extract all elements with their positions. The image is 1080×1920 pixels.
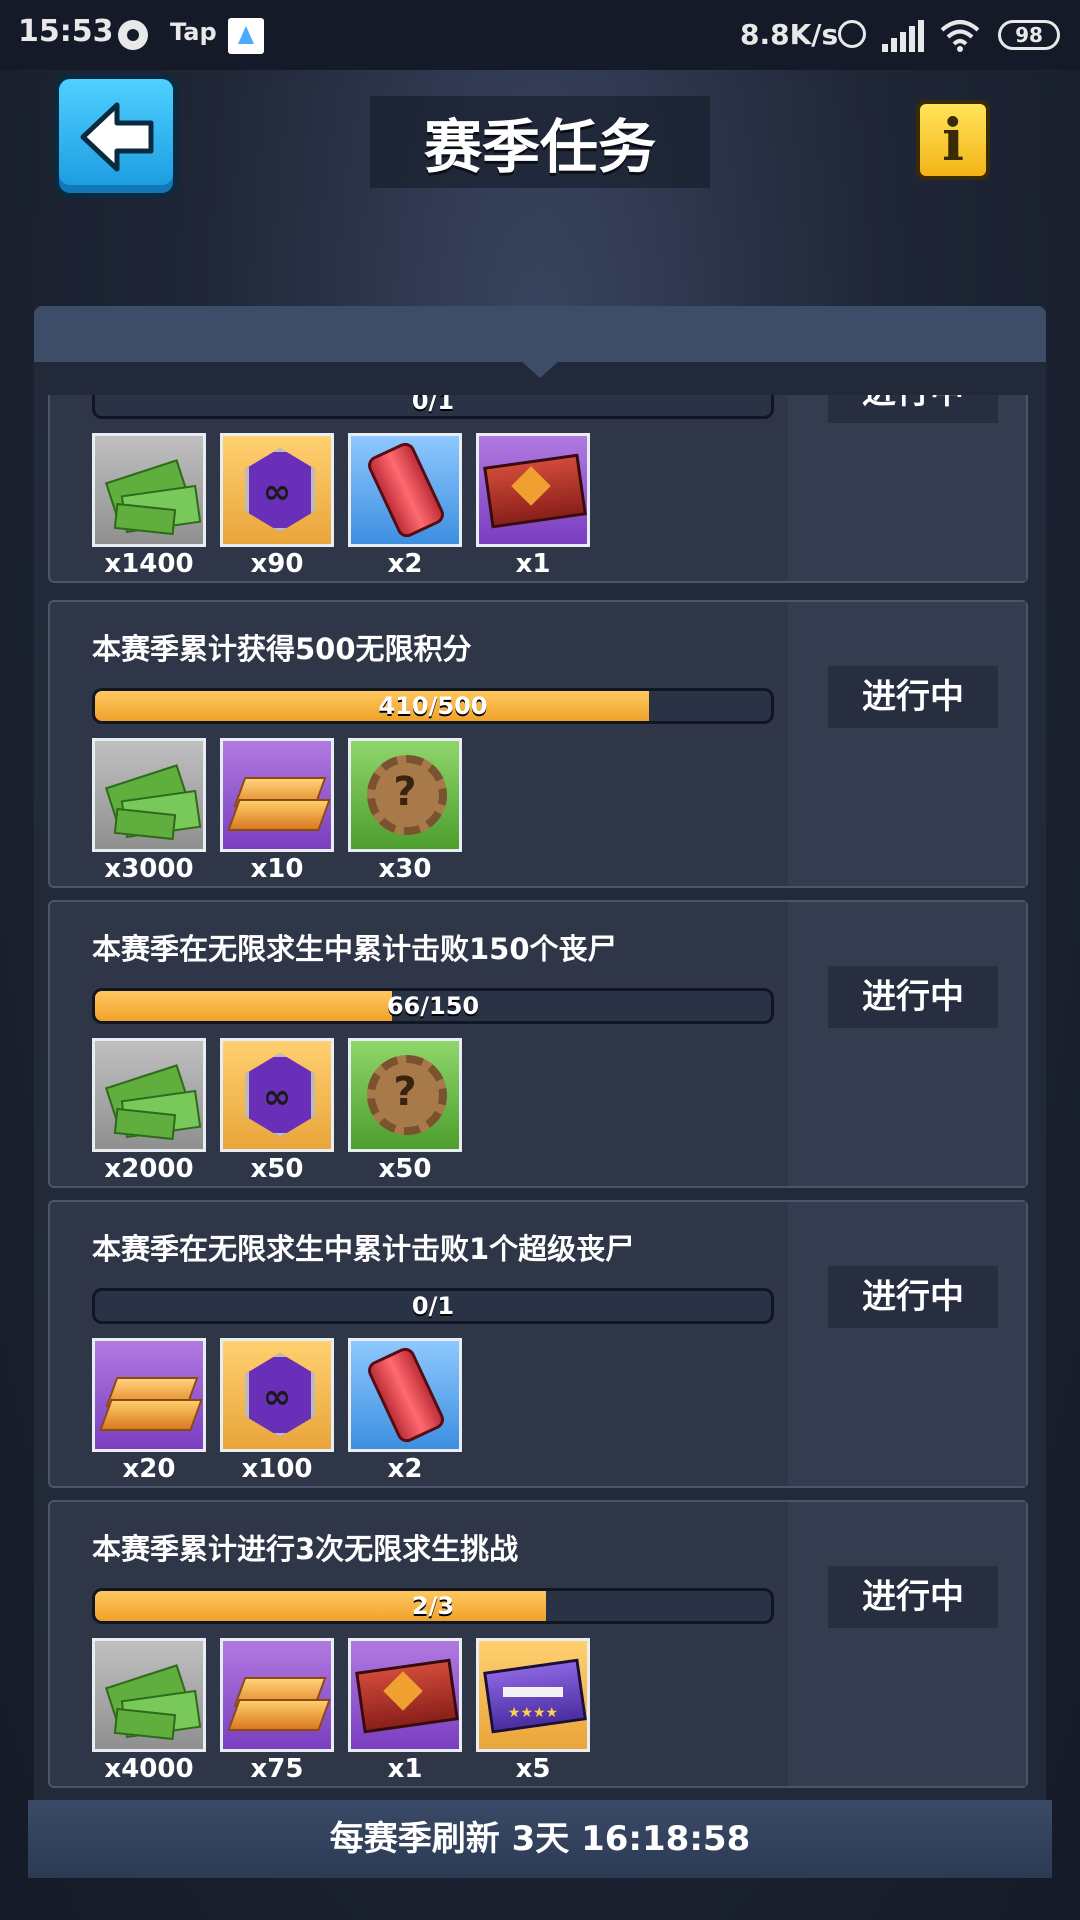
panel-notch <box>520 360 560 378</box>
reward-item[interactable]: ∞ x90 <box>220 433 334 579</box>
reward-item[interactable]: x4000 <box>92 1638 206 1784</box>
reward-item[interactable]: x1 <box>348 1638 462 1784</box>
reward-quantity: x1 <box>515 549 551 579</box>
card-side-panel <box>788 1502 1026 1786</box>
progress-text: 2/3 <box>411 1592 455 1620</box>
reward-quantity: x10 <box>250 854 304 884</box>
reward-quantity: x4000 <box>104 1754 194 1784</box>
info-icon: i <box>941 106 965 174</box>
task-status-button[interactable]: 进行中 <box>828 666 998 728</box>
reward-quantity: x30 <box>378 854 432 884</box>
refresh-footer: 每赛季刷新 3天 16:18:58 <box>28 1800 1052 1878</box>
reward-quantity: x1400 <box>104 549 194 579</box>
reward-item[interactable]: x2 <box>348 1338 462 1484</box>
task-status-button[interactable]: 进行中 <box>828 395 998 423</box>
progress-bar: 2/3 <box>92 1588 774 1624</box>
notification-icon <box>118 20 148 50</box>
reward-quantity: x100 <box>241 1454 313 1484</box>
gold-bar-icon <box>220 1638 334 1752</box>
red-ticket-icon <box>476 433 590 547</box>
reward-quantity: x1 <box>387 1754 423 1784</box>
reward-quantity: x90 <box>250 549 304 579</box>
task-list[interactable]: 0/1 x1400 ∞ x90 x2 x1 进行中本赛季累计获得500无限积分 … <box>48 395 1028 1795</box>
signal-icon <box>882 20 924 52</box>
red-ticket-icon <box>348 1638 462 1752</box>
back-arrow-icon <box>80 102 154 172</box>
reward-quantity: x2000 <box>104 1154 194 1184</box>
gold-bar-icon <box>220 738 334 852</box>
task-status-button[interactable]: 进行中 <box>828 1566 998 1628</box>
energy-can-icon <box>348 1338 462 1452</box>
refresh-countdown: 每赛季刷新 3天 16:18:58 <box>329 1819 751 1859</box>
reward-item[interactable]: x75 <box>220 1638 334 1784</box>
task-title: 本赛季在无限求生中累计击败1个超级丧尸 <box>92 1232 635 1266</box>
task-title: 本赛季累计获得500无限积分 <box>92 632 472 666</box>
weapon-ticket-icon: ★★★★ <box>476 1638 590 1752</box>
progress-bar: 0/1 <box>92 1288 774 1324</box>
reward-item[interactable]: ? x50 <box>348 1038 462 1184</box>
reward-item[interactable]: x20 <box>92 1338 206 1484</box>
card-side-panel <box>788 902 1026 1186</box>
wifi-icon <box>940 20 980 52</box>
reward-item[interactable]: x2000 <box>92 1038 206 1184</box>
reward-quantity: x2 <box>387 1454 423 1484</box>
reward-quantity: x2 <box>387 549 423 579</box>
reward-item[interactable]: ★★★★ x5 <box>476 1638 590 1784</box>
progress-text: 0/1 <box>411 1292 455 1320</box>
task-card: 本赛季累计获得500无限积分 410/500 x3000 x10 ? x30 进… <box>48 600 1028 888</box>
task-status-button[interactable]: 进行中 <box>828 1266 998 1328</box>
page-title: 赛季任务 <box>423 113 656 181</box>
reward-item[interactable]: x1400 <box>92 433 206 579</box>
progress-bar: 410/500 <box>92 688 774 724</box>
energy-can-icon <box>348 433 462 547</box>
status-time: 15:53 <box>18 14 114 49</box>
reward-item[interactable]: ? x30 <box>348 738 462 884</box>
task-status-button[interactable]: 进行中 <box>828 966 998 1028</box>
task-title: 本赛季累计进行3次无限求生挑战 <box>92 1532 519 1566</box>
app-notification-icon <box>228 18 264 54</box>
progress-bar: 66/150 <box>92 988 774 1024</box>
alarm-icon <box>838 20 866 48</box>
reward-item[interactable]: x2 <box>348 433 462 579</box>
reward-item[interactable]: x1 <box>476 433 590 579</box>
mystery-gear-icon: ? <box>348 738 462 852</box>
reward-quantity: x50 <box>250 1154 304 1184</box>
card-side-panel <box>788 602 1026 886</box>
cash-icon <box>92 1038 206 1152</box>
status-bar: 15:53 Tap 8.8K/s 98 <box>0 0 1080 70</box>
back-button[interactable] <box>54 74 178 198</box>
reward-quantity: x5 <box>515 1754 551 1784</box>
reward-quantity: x3000 <box>104 854 194 884</box>
panel-header-bar <box>34 306 1046 362</box>
infinity-gem-icon: ∞ <box>220 1338 334 1452</box>
reward-item[interactable]: x10 <box>220 738 334 884</box>
card-side-panel <box>788 1202 1026 1486</box>
task-card: 本赛季在无限求生中累计击败1个超级丧尸 0/1 x20 ∞ x100 x2 进行… <box>48 1200 1028 1488</box>
cash-icon <box>92 1638 206 1752</box>
reward-quantity: x75 <box>250 1754 304 1784</box>
task-card: 本赛季在无限求生中累计击败150个丧尸 66/150 x2000 ∞ x50 ?… <box>48 900 1028 1188</box>
progress-text: 0/1 <box>411 395 455 415</box>
progress-text: 66/150 <box>386 992 480 1020</box>
infinity-gem-icon: ∞ <box>220 1038 334 1152</box>
mystery-gear-icon: ? <box>348 1038 462 1152</box>
task-card: 0/1 x1400 ∞ x90 x2 x1 进行中 <box>48 395 1028 583</box>
cash-icon <box>92 738 206 852</box>
progress-text: 410/500 <box>378 692 488 720</box>
reward-quantity: x50 <box>378 1154 432 1184</box>
battery-indicator: 98 <box>998 20 1060 50</box>
gold-bar-icon <box>92 1338 206 1452</box>
infinity-gem-icon: ∞ <box>220 433 334 547</box>
task-title: 本赛季在无限求生中累计击败150个丧尸 <box>92 932 617 966</box>
reward-item[interactable]: ∞ x50 <box>220 1038 334 1184</box>
reward-quantity: x20 <box>122 1454 176 1484</box>
task-card: 本赛季累计进行3次无限求生挑战 2/3 x4000 x75 x1 ★★★★ x5… <box>48 1500 1028 1788</box>
info-button[interactable]: i <box>916 100 990 180</box>
cash-icon <box>92 433 206 547</box>
progress-bar: 0/1 <box>92 395 774 419</box>
reward-item[interactable]: x3000 <box>92 738 206 884</box>
network-speed: 8.8K/s <box>740 18 839 51</box>
reward-item[interactable]: ∞ x100 <box>220 1338 334 1484</box>
tap-app-label: Tap <box>170 18 217 46</box>
